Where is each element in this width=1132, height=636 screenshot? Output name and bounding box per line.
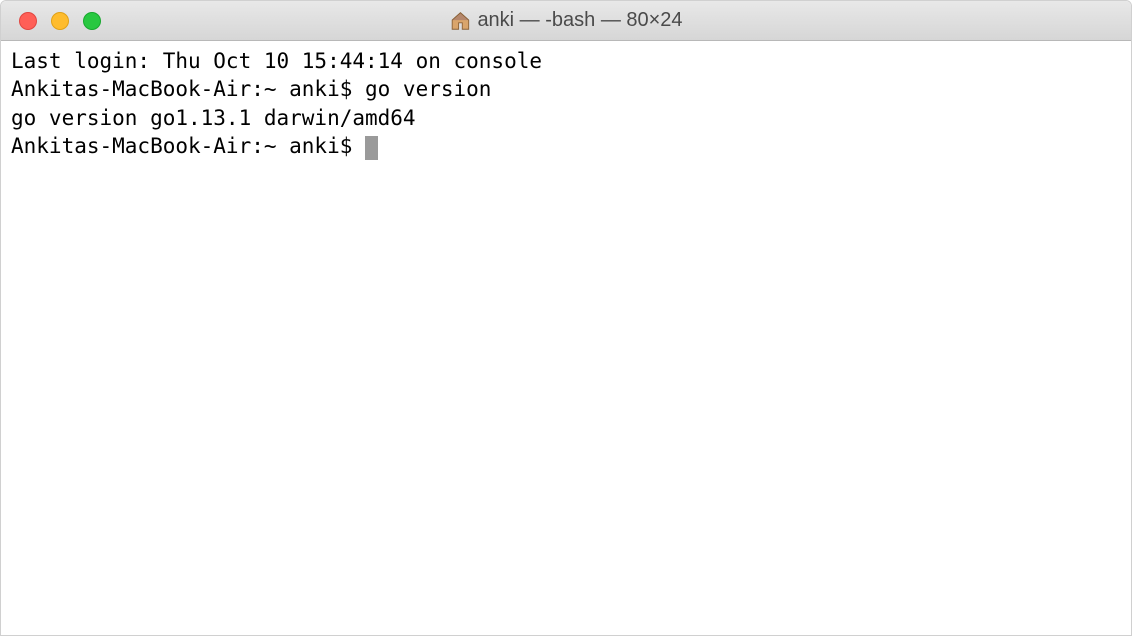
close-button[interactable] bbox=[19, 12, 37, 30]
terminal-prompt: Ankitas-MacBook-Air:~ anki$ bbox=[11, 134, 365, 158]
window-title-text: anki — -bash — 80×24 bbox=[477, 9, 682, 32]
titlebar: anki — -bash — 80×24 bbox=[1, 1, 1131, 41]
terminal-line: Ankitas-MacBook-Air:~ anki$ go version bbox=[11, 75, 1121, 103]
terminal-line: Last login: Thu Oct 10 15:44:14 on conso… bbox=[11, 47, 1121, 75]
minimize-button[interactable] bbox=[51, 12, 69, 30]
terminal-prompt-line: Ankitas-MacBook-Air:~ anki$ bbox=[11, 132, 1121, 160]
window-title: anki — -bash — 80×24 bbox=[449, 9, 682, 32]
traffic-lights bbox=[1, 12, 101, 30]
terminal-window: anki — -bash — 80×24 Last login: Thu Oct… bbox=[0, 0, 1132, 636]
terminal-body[interactable]: Last login: Thu Oct 10 15:44:14 on conso… bbox=[1, 41, 1131, 635]
cursor bbox=[365, 136, 378, 160]
terminal-line: go version go1.13.1 darwin/amd64 bbox=[11, 104, 1121, 132]
maximize-button[interactable] bbox=[83, 12, 101, 30]
home-icon bbox=[449, 10, 471, 32]
